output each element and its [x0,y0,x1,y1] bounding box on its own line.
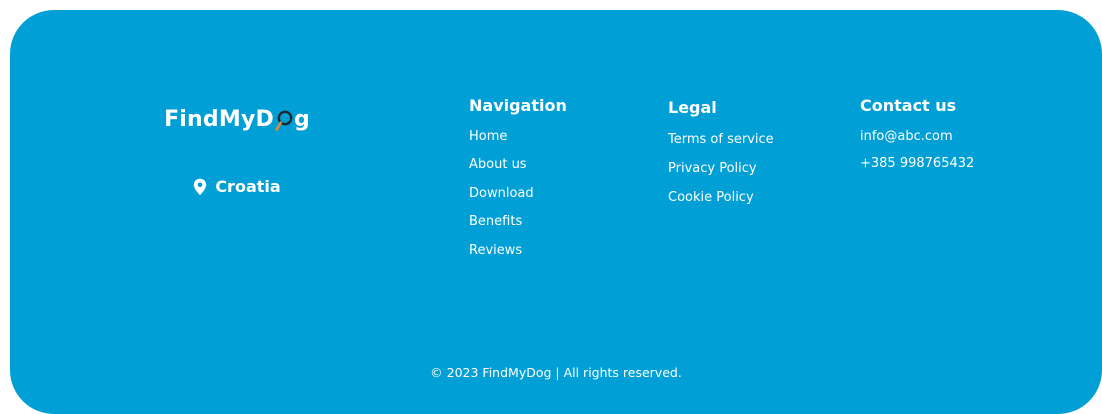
contact-heading: Contact us [860,96,957,115]
contact-details: info@abc.com +385 998765432 [860,123,974,177]
brand-block: FindMyD g Croatia [152,102,322,197]
copyright-text: © 2023 FindMyDog | All rights reserved. [430,365,682,380]
nav-link-benefits[interactable]: Benefits [469,208,567,236]
magnifier-icon [275,110,293,132]
navigation-links: Home About us Download Benefits Reviews [469,123,567,265]
navigation-column: Navigation Home About us Download Benefi… [469,96,567,265]
nav-link-download[interactable]: Download [469,180,567,208]
navigation-heading: Navigation [469,96,567,115]
nav-link-home[interactable]: Home [469,123,567,151]
contact-column: Contact us info@abc.com +385 998765432 [860,96,974,177]
legal-heading: Legal [668,98,717,117]
contact-phone[interactable]: +385 998765432 [860,150,974,177]
legal-links: Terms of service Privacy Policy Cookie P… [668,125,774,212]
location-pin-icon [193,178,207,196]
logo-text-suffix: g [293,106,310,132]
legal-link-privacy[interactable]: Privacy Policy [668,154,774,183]
legal-link-cookie[interactable]: Cookie Policy [668,183,774,212]
nav-link-about-us[interactable]: About us [469,151,567,179]
contact-email[interactable]: info@abc.com [860,123,974,150]
location-label: Croatia [215,177,281,196]
logo[interactable]: FindMyD g [164,102,310,136]
location: Croatia [193,177,281,196]
site-footer: FindMyD g Croatia Navigation Home About … [10,10,1102,414]
legal-link-terms[interactable]: Terms of service [668,125,774,154]
nav-link-reviews[interactable]: Reviews [469,237,567,265]
legal-column: Legal Terms of service Privacy Policy Co… [668,96,774,212]
logo-text-prefix: FindMyD [164,106,274,132]
